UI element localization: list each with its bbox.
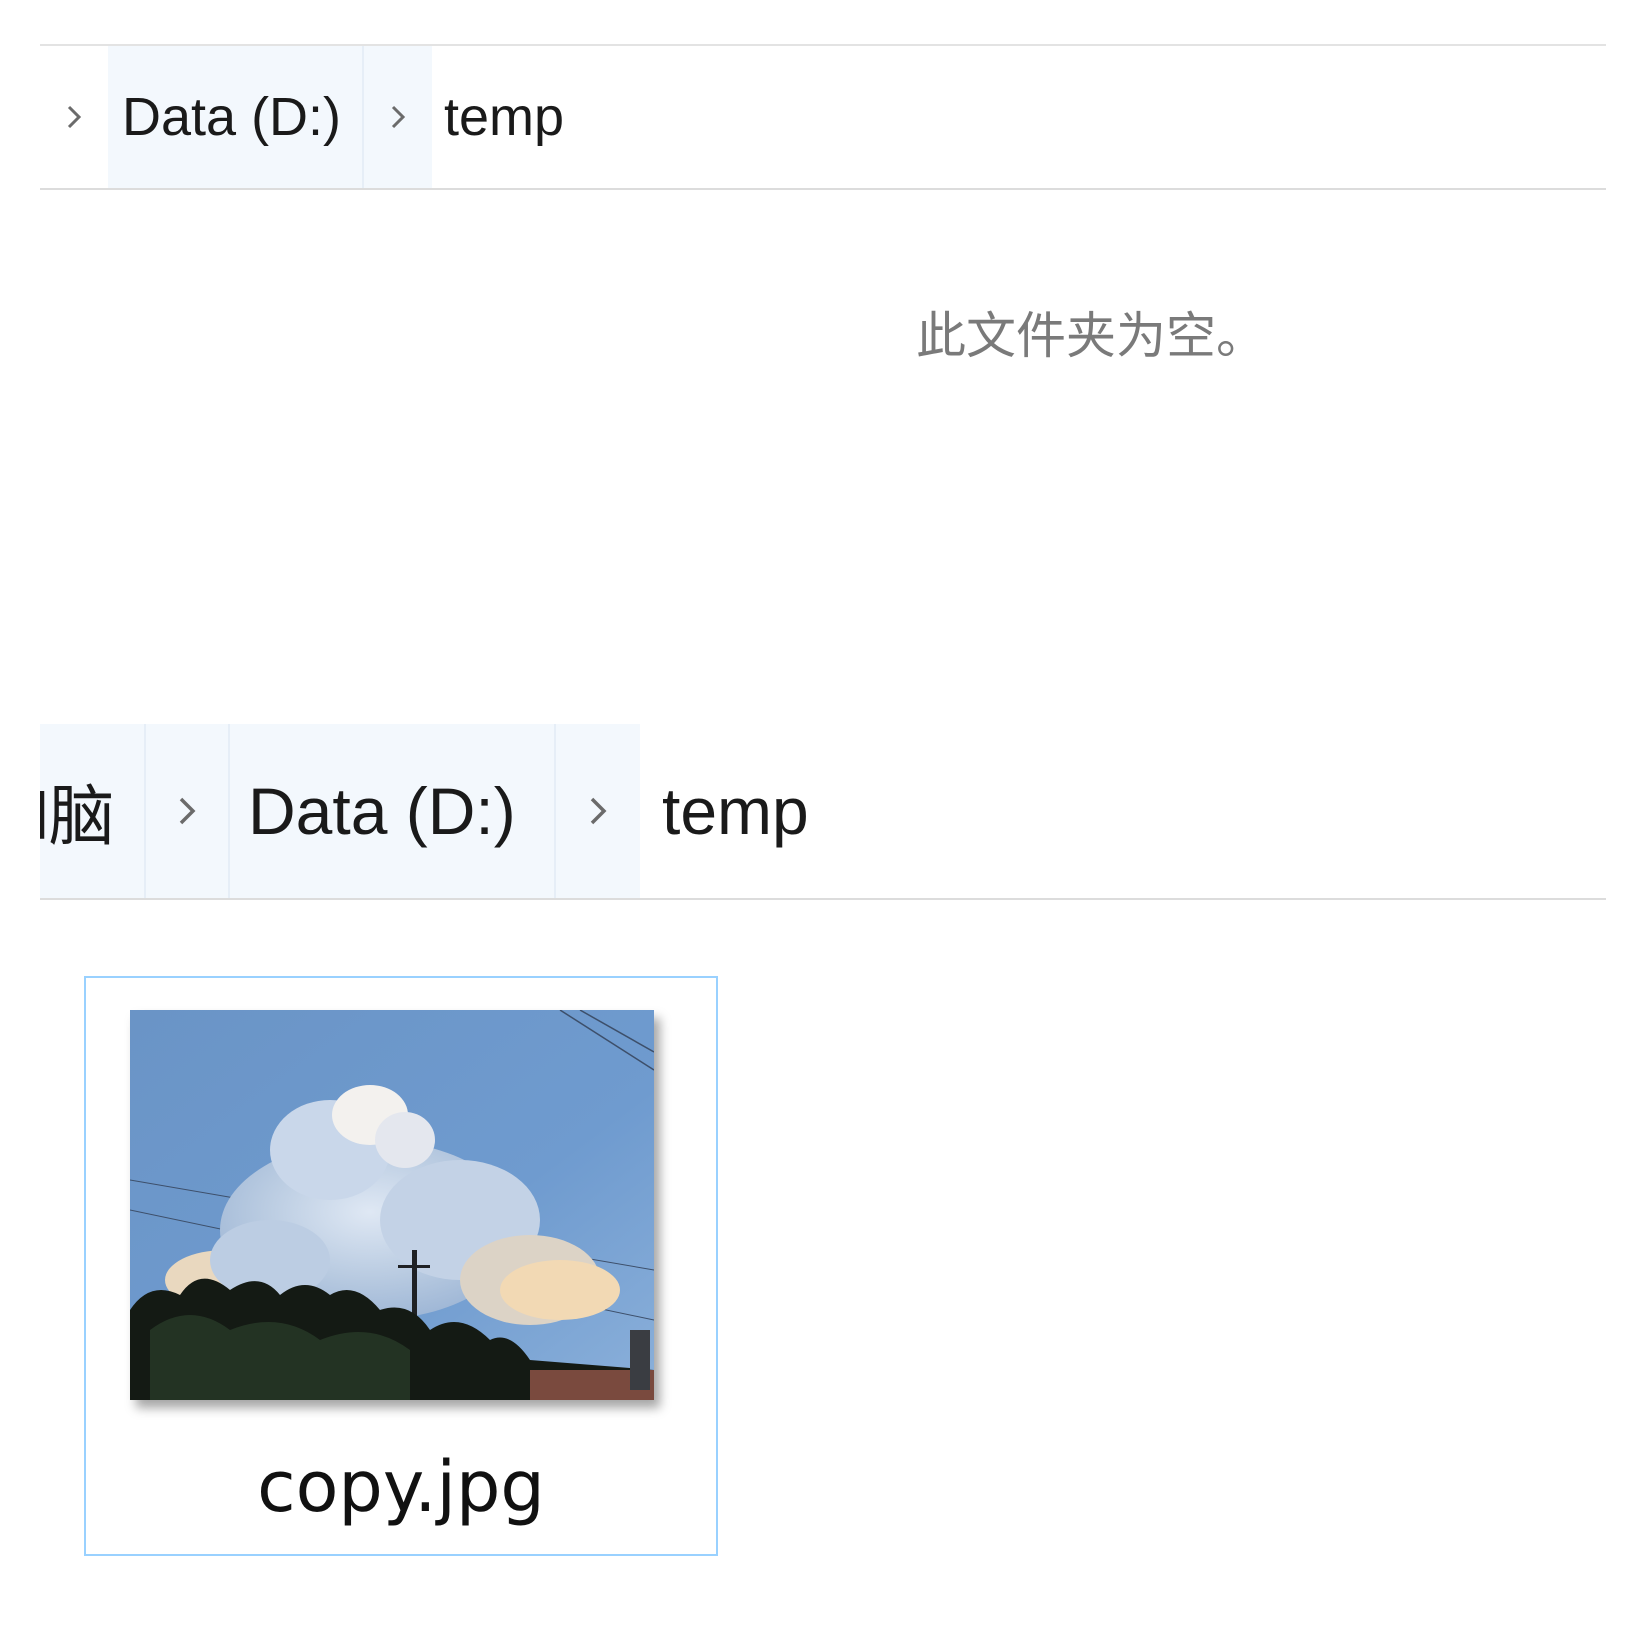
chevron-right-icon[interactable] <box>362 46 432 188</box>
breadcrumb-item-temp[interactable]: temp <box>444 46 644 188</box>
breadcrumb-item-this-pc[interactable]: l脑 <box>40 724 144 898</box>
file-item-copy-jpg[interactable]: copy.jpg <box>84 976 718 1556</box>
chevron-right-icon[interactable] <box>146 724 228 898</box>
breadcrumb-item-data-drive[interactable]: Data (D:) <box>108 46 362 188</box>
empty-folder-message: 此文件夹为空。 <box>916 307 1266 365</box>
chevron-right-icon[interactable] <box>54 46 94 188</box>
address-bar-top[interactable]: Data (D:) temp <box>40 44 1606 190</box>
breadcrumb-label: Data (D:) <box>248 774 516 848</box>
image-thumbnail <box>130 1010 654 1400</box>
breadcrumb-label: temp <box>662 774 809 848</box>
breadcrumb-label: l脑 <box>40 779 115 853</box>
chevron-right-icon[interactable] <box>556 724 640 898</box>
address-bar-bottom[interactable]: l脑 Data (D:) temp <box>40 724 1606 900</box>
chevron-right-icon <box>590 797 607 825</box>
chevron-right-icon <box>179 797 196 825</box>
sky-clouds-photo <box>130 1010 654 1400</box>
breadcrumb-item-data-drive[interactable]: Data (D:) <box>230 724 554 898</box>
breadcrumb-label: Data (D:) <box>122 87 342 147</box>
breadcrumb-item-temp[interactable]: temp <box>650 724 910 898</box>
file-name-label: copy.jpg <box>257 1446 545 1528</box>
chevron-right-icon <box>391 105 406 129</box>
chevron-right-icon <box>67 105 82 129</box>
breadcrumb-label: temp <box>444 87 565 147</box>
